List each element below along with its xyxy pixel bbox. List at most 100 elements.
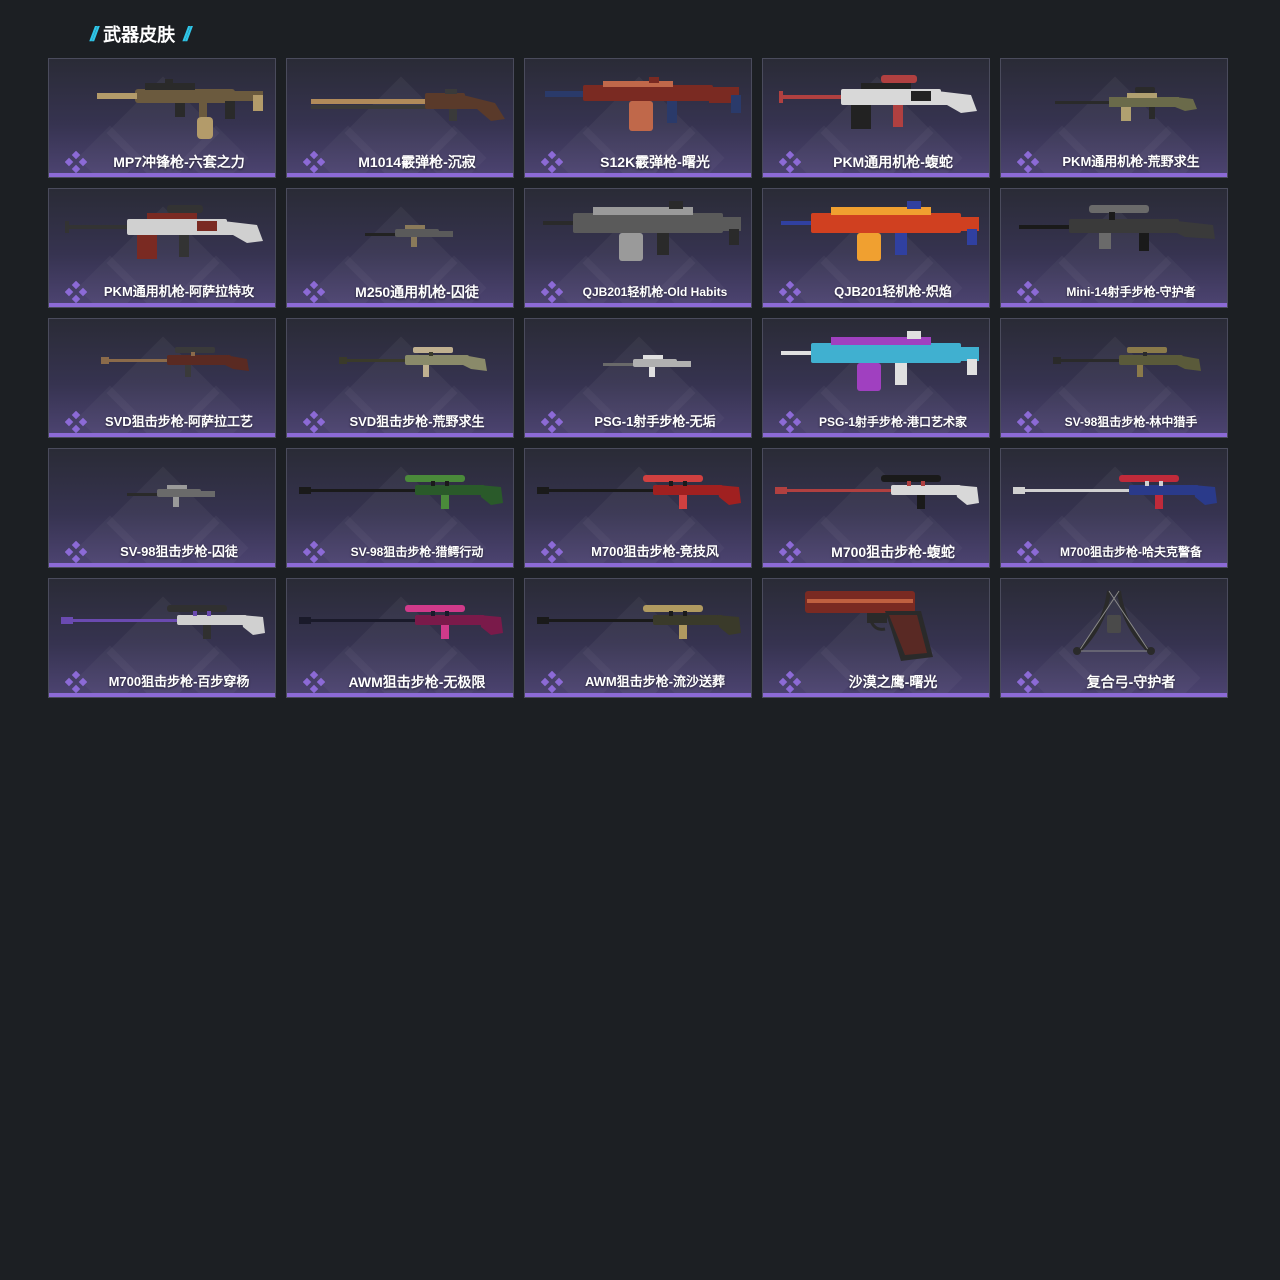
left-slash-decoration: // <box>90 24 98 46</box>
skin-card[interactable]: 复合弓-守护者 <box>1000 578 1228 698</box>
mg-weapon-image <box>65 205 263 259</box>
bow-weapon-image <box>1073 590 1155 655</box>
tiny-weapon-image <box>365 225 453 247</box>
diamond-cluster-icon <box>541 151 563 173</box>
diamond-cluster-icon <box>65 541 87 563</box>
diamond-cluster-icon <box>65 151 87 173</box>
skin-card[interactable]: QJB201轻机枪-炽焰 <box>762 188 990 308</box>
diamond-cluster-icon <box>303 151 325 173</box>
skin-card[interactable]: AWM狙击步枪-无极限 <box>286 578 514 698</box>
skin-card[interactable]: S12K霰弹枪-曙光 <box>524 58 752 178</box>
tiny-weapon-image <box>603 355 691 377</box>
skin-card[interactable]: M700狙击步枪-百步穿杨 <box>48 578 276 698</box>
sniper-weapon-image <box>775 475 979 509</box>
skin-card[interactable]: M250通用机枪-囚徒 <box>286 188 514 308</box>
skin-name: M700狙击步枪-竞技风 <box>591 544 719 559</box>
skin-card[interactable]: PSG-1射手步枪-港口艺术家 <box>762 318 990 438</box>
section-header: // 武器皮肤 // <box>90 22 191 48</box>
diamond-cluster-icon <box>779 281 801 303</box>
skin-card[interactable]: SV-98狙击步枪-囚徒 <box>48 448 276 568</box>
skin-name: SV-98狙击步枪-猎鳄行动 <box>350 545 484 559</box>
pistol-weapon-image <box>805 591 933 661</box>
smg-weapon-image <box>97 79 263 139</box>
diamond-cluster-icon <box>65 411 87 433</box>
diamond-cluster-icon <box>65 671 87 693</box>
diamond-cluster-icon <box>541 281 563 303</box>
sniper-weapon-image <box>537 475 741 509</box>
skin-name: PKM通用机枪-荒野求生 <box>1062 154 1200 169</box>
skin-card[interactable]: M1014霰弹枪-沉寂 <box>286 58 514 178</box>
skin-card[interactable]: M700狙击步枪-蝮蛇 <box>762 448 990 568</box>
sniper-weapon-image <box>299 605 503 639</box>
skin-grid: MP7冲锋枪-六套之力 M1014霰弹枪-沉寂 S12K霰弹枪-曙光 PKM通用… <box>48 58 1228 698</box>
diamond-cluster-icon <box>1017 541 1039 563</box>
skin-name: M700狙击步枪-百步穿杨 <box>108 674 250 689</box>
sniper-weapon-image <box>61 605 265 639</box>
skin-card[interactable]: SV-98狙击步枪-林中猎手 <box>1000 318 1228 438</box>
sniper-small-weapon-image <box>101 347 249 377</box>
diamond-cluster-icon <box>1017 281 1039 303</box>
rifle-weapon-image <box>1019 205 1215 251</box>
diamond-cluster-icon <box>1017 411 1039 433</box>
skin-name: QJB201轻机枪-炽焰 <box>834 284 952 299</box>
diamond-cluster-icon <box>303 541 325 563</box>
skin-name: AWM狙击步枪-流沙送葬 <box>584 674 726 689</box>
sniper-small-weapon-image <box>339 347 487 377</box>
skin-card[interactable]: 沙漠之鹰-曙光 <box>762 578 990 698</box>
skin-card[interactable]: QJB201轻机枪-Old Habits <box>524 188 752 308</box>
skin-name: M700狙击步枪-哈夫克警备 <box>1059 545 1202 559</box>
skin-card[interactable]: SVD狙击步枪-荒野求生 <box>286 318 514 438</box>
lmg-weapon-image <box>781 201 979 261</box>
skin-card[interactable]: PKM通用机枪-荒野求生 <box>1000 58 1228 178</box>
diamond-cluster-icon <box>303 411 325 433</box>
shotgun-box-weapon-image <box>545 77 741 131</box>
diamond-cluster-icon <box>65 281 87 303</box>
skin-card[interactable]: SV-98狙击步枪-猎鳄行动 <box>286 448 514 568</box>
skin-name: SV-98狙击步枪-囚徒 <box>120 544 238 559</box>
skin-card[interactable]: M700狙击步枪-竞技风 <box>524 448 752 568</box>
skin-card[interactable]: MP7冲锋枪-六套之力 <box>48 58 276 178</box>
section-title: 武器皮肤 <box>103 25 176 45</box>
lmg-weapon-image <box>781 331 979 391</box>
skin-name: PKM通用机枪-阿萨拉特攻 <box>103 284 255 299</box>
skin-card[interactable]: PKM通用机枪-蝮蛇 <box>762 58 990 178</box>
lmg-weapon-image <box>543 201 741 261</box>
skin-card[interactable]: PSG-1射手步枪-无垢 <box>524 318 752 438</box>
skin-name: SVD狙击步枪-荒野求生 <box>349 414 485 429</box>
diamond-cluster-icon <box>303 281 325 303</box>
skin-name: SV-98狙击步枪-林中猎手 <box>1064 415 1198 429</box>
diamond-cluster-icon <box>1017 151 1039 173</box>
skin-name: 复合弓-守护者 <box>1086 674 1176 690</box>
skin-card[interactable]: AWM狙击步枪-流沙送葬 <box>524 578 752 698</box>
diamond-cluster-icon <box>779 151 801 173</box>
skin-card[interactable]: Mini-14射手步枪-守护者 <box>1000 188 1228 308</box>
right-slash-decoration: // <box>183 24 191 46</box>
skin-name: AWM狙击步枪-无极限 <box>348 674 486 690</box>
tiny-weapon-image <box>127 485 215 507</box>
diamond-cluster-icon <box>541 671 563 693</box>
sniper-weapon-image <box>1013 475 1217 509</box>
skin-name: MP7冲锋枪-六套之力 <box>113 154 245 170</box>
shotgun-weapon-image <box>311 89 505 121</box>
skin-card[interactable]: M700狙击步枪-哈夫克警备 <box>1000 448 1228 568</box>
diamond-cluster-icon <box>303 671 325 693</box>
skin-name: SVD狙击步枪-阿萨拉工艺 <box>104 414 254 429</box>
sniper-small-weapon-image <box>1053 347 1201 377</box>
diamond-cluster-icon <box>1017 671 1039 693</box>
diamond-cluster-icon <box>779 671 801 693</box>
skin-name: PKM通用机枪-蝮蛇 <box>833 154 953 170</box>
skin-name: Mini-14射手步枪-守护者 <box>1066 285 1196 299</box>
skin-card[interactable]: PKM通用机枪-阿萨拉特攻 <box>48 188 276 308</box>
mg-small-weapon-image <box>1055 87 1197 121</box>
diamond-cluster-icon <box>541 541 563 563</box>
skin-name: M700狙击步枪-蝮蛇 <box>831 544 955 560</box>
sniper-weapon-image <box>537 605 741 639</box>
skin-name: PSG-1射手步枪-无垢 <box>594 414 716 429</box>
skin-name: S12K霰弹枪-曙光 <box>600 154 710 170</box>
sniper-weapon-image <box>299 475 503 509</box>
diamond-cluster-icon <box>779 411 801 433</box>
skin-name: QJB201轻机枪-Old Habits <box>582 285 728 299</box>
mg-weapon-image <box>779 75 977 129</box>
skin-card[interactable]: SVD狙击步枪-阿萨拉工艺 <box>48 318 276 438</box>
skin-name: M1014霰弹枪-沉寂 <box>358 154 476 170</box>
